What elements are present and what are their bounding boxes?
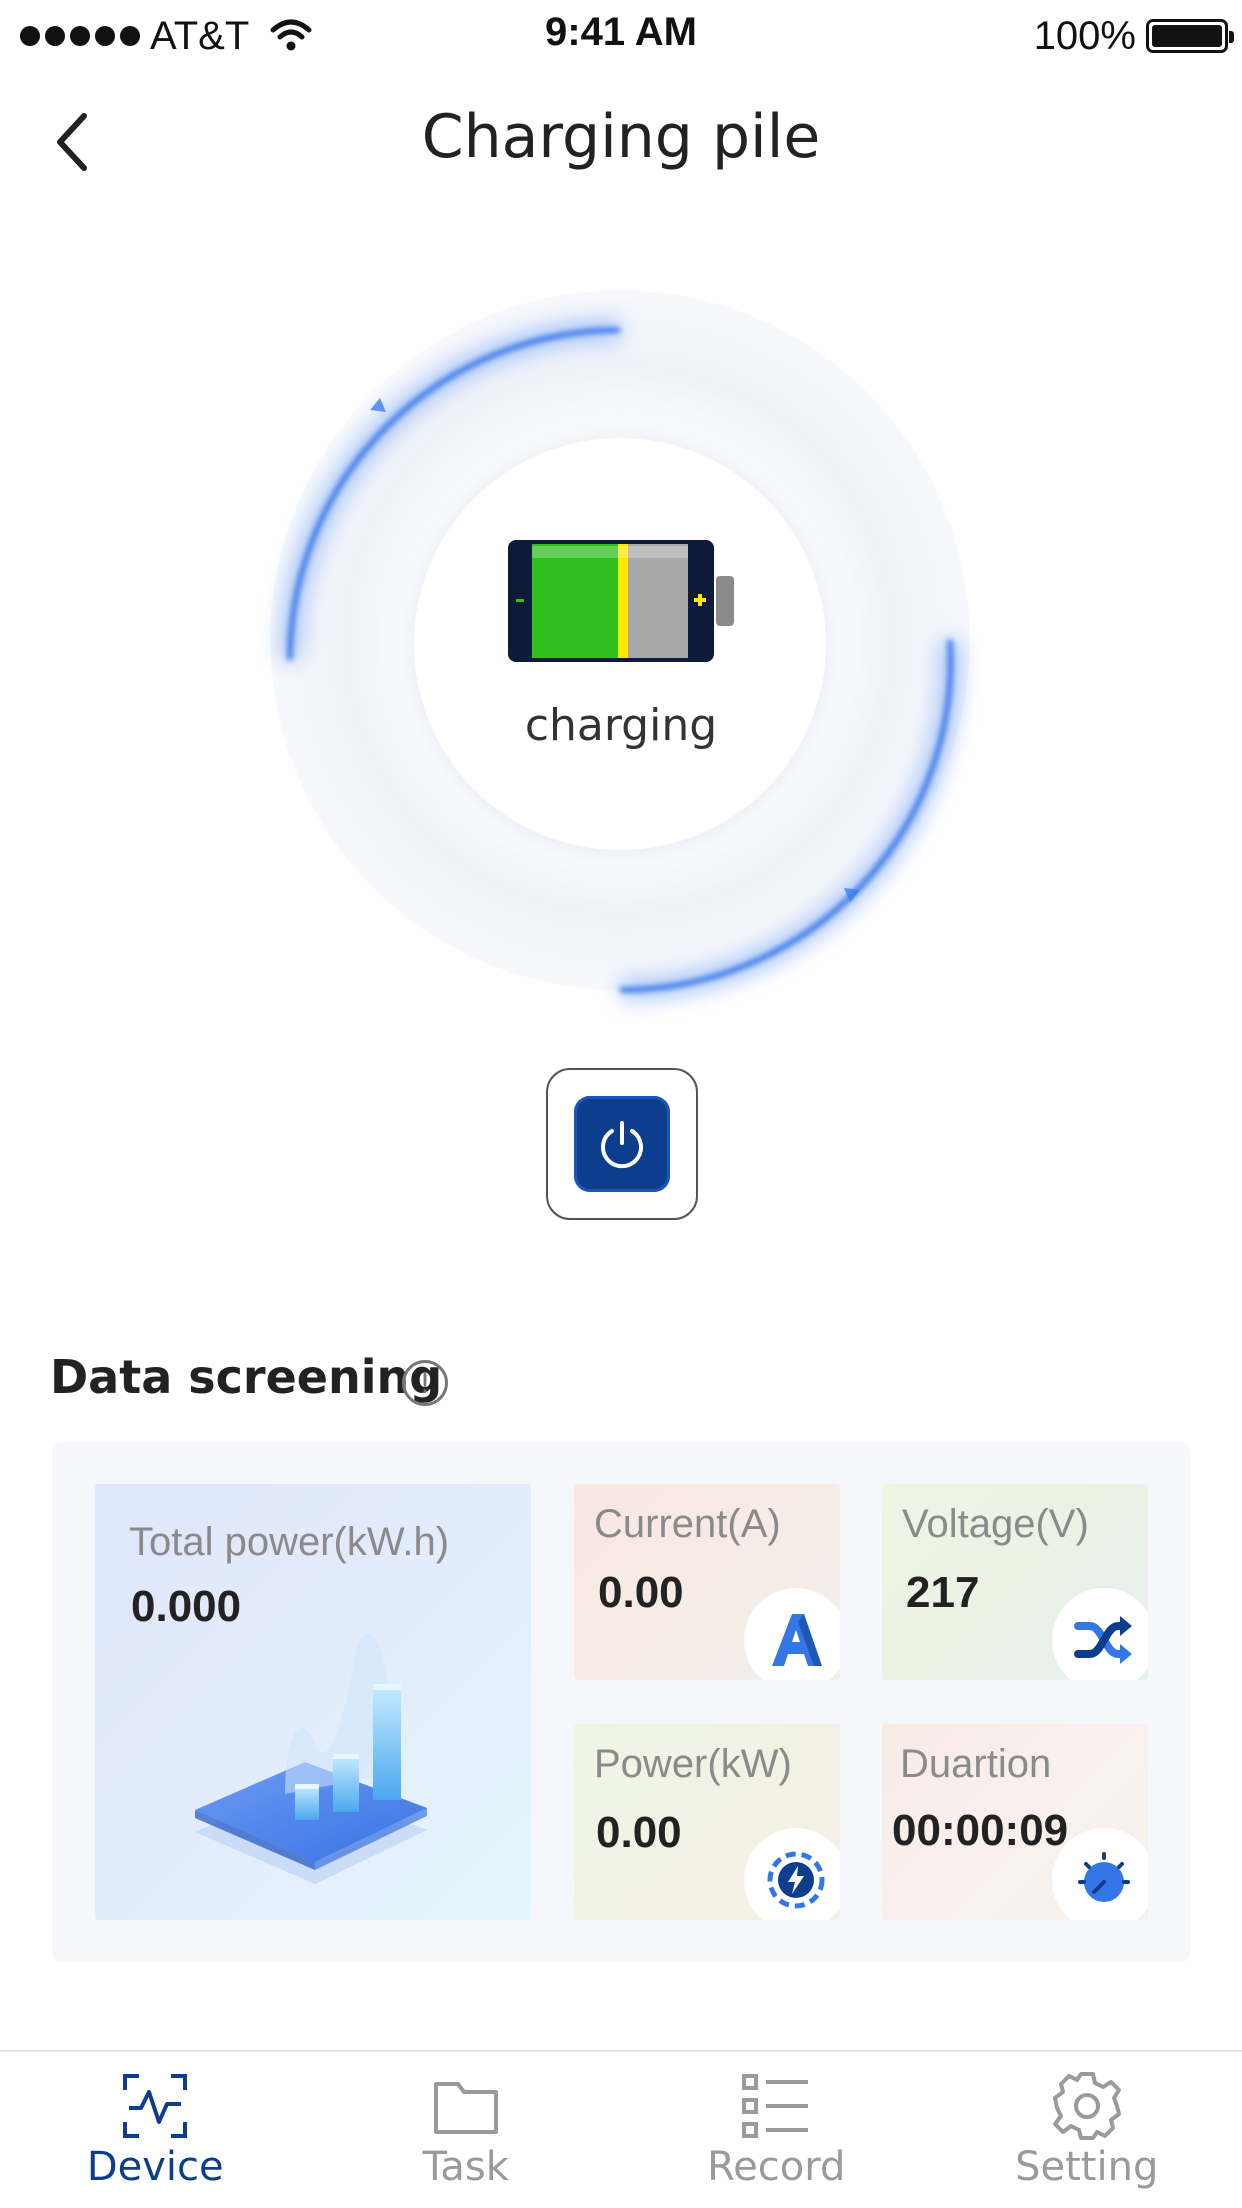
- tab-record-label: Record: [707, 2144, 846, 2190]
- voltage-label: Voltage(V): [902, 1502, 1089, 1546]
- total-power-card[interactable]: Total power(kW.h) 0.000: [95, 1484, 531, 1920]
- tab-device[interactable]: Device: [0, 2052, 311, 2208]
- current-label: Current(A): [594, 1502, 781, 1546]
- tab-task-label: Task: [422, 2144, 509, 2190]
- tab-device-label: Device: [86, 2144, 224, 2190]
- section-title: Data screening: [50, 1350, 443, 1404]
- tab-task[interactable]: Task: [311, 2052, 622, 2208]
- current-value: 0.00: [598, 1568, 684, 1617]
- lightning-icon: [744, 1828, 840, 1920]
- page-title: Charging pile: [421, 102, 821, 172]
- list-icon: [742, 2074, 809, 2138]
- charging-status-label: charging: [524, 700, 718, 751]
- tab-setting-label: Setting: [1015, 2144, 1159, 2190]
- duration-label: Duartion: [900, 1742, 1052, 1786]
- power-icon: [601, 1121, 643, 1169]
- gear-icon: [1052, 2072, 1121, 2140]
- power-value: 0.00: [596, 1808, 682, 1857]
- status-bar: AT&T 9:41 AM 100%: [0, 0, 1242, 72]
- power-button-inner: [574, 1096, 670, 1192]
- data-panel: Total power(kW.h) 0.000 Current(A) 0.00 …: [52, 1442, 1190, 1962]
- power-label: Power(kW): [594, 1742, 792, 1786]
- info-icon[interactable]: !: [402, 1360, 448, 1406]
- letter-a-icon: [744, 1588, 840, 1680]
- duration-value: 00:00:09: [892, 1806, 1069, 1855]
- current-card[interactable]: Current(A) 0.00: [574, 1484, 840, 1680]
- bar-chart-illustration-icon: [195, 1633, 427, 1884]
- tab-bar: Device Task Record Setting: [0, 2050, 1242, 2208]
- duration-card[interactable]: Duartion 00:00:09: [882, 1724, 1148, 1920]
- battery-icon: [1146, 19, 1234, 53]
- charging-battery-icon: [508, 540, 734, 662]
- power-card[interactable]: Power(kW) 0.00: [574, 1724, 840, 1920]
- tab-setting[interactable]: Setting: [932, 2052, 1242, 2208]
- voltage-value: 217: [906, 1568, 980, 1617]
- folder-icon: [433, 2082, 498, 2134]
- status-bar-right: 100%: [1033, 12, 1234, 60]
- voltage-card[interactable]: Voltage(V) 217: [882, 1484, 1148, 1680]
- tab-record[interactable]: Record: [621, 2052, 932, 2208]
- battery-percentage: 100%: [1033, 13, 1136, 58]
- device-pulse-icon: [123, 2074, 188, 2138]
- navigation-bar: Charging pile: [0, 72, 1242, 212]
- power-button[interactable]: [546, 1068, 698, 1220]
- total-power-label: Total power(kW.h): [129, 1520, 450, 1564]
- shuffle-icon: [1052, 1588, 1148, 1680]
